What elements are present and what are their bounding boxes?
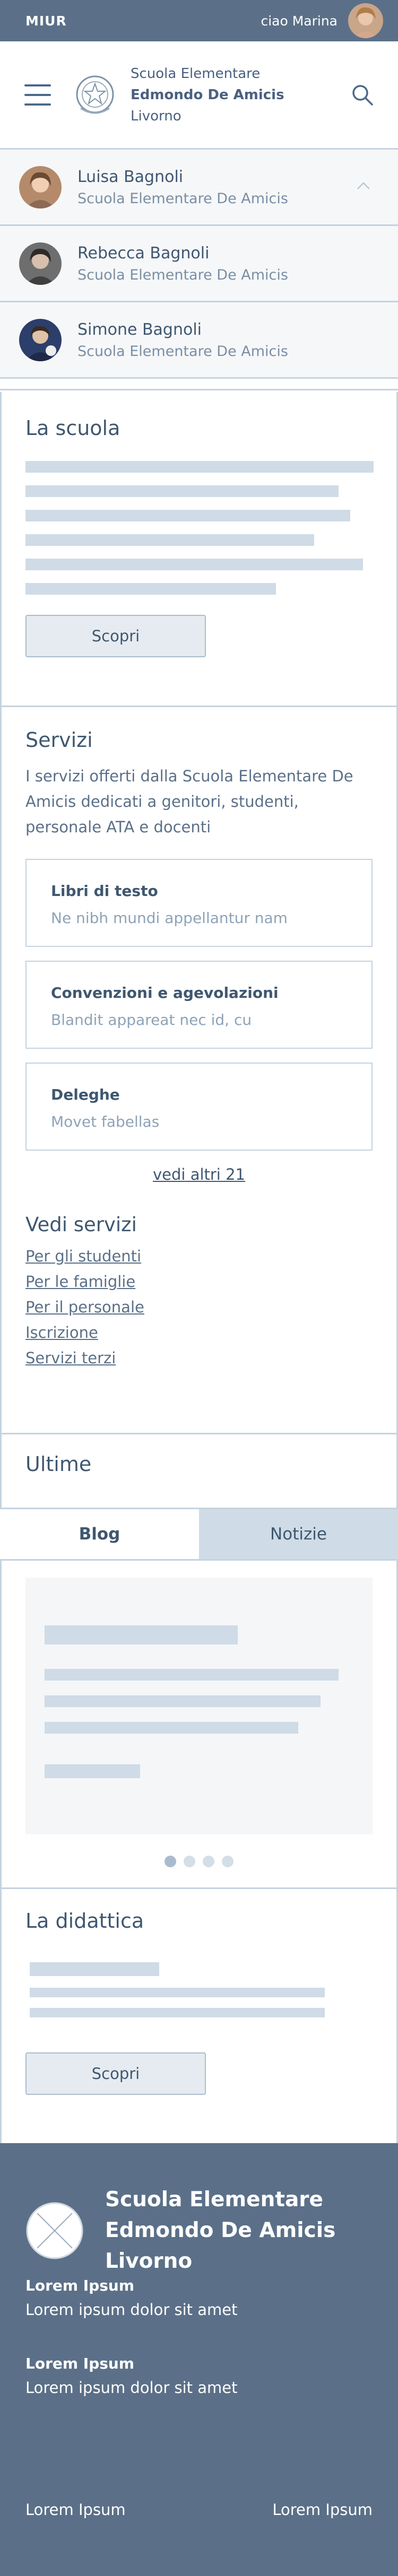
logo-placeholder-icon <box>26 2202 83 2259</box>
section-title: Servizi <box>25 728 93 752</box>
section-title: La didattica <box>25 1909 144 1933</box>
profile-item[interactable]: Luisa Bagnoli Scuola Elementare De Amici… <box>0 150 398 226</box>
user-greeting[interactable]: ciao Marina <box>261 3 383 38</box>
text-placeholder <box>25 461 374 595</box>
link-servizi-terzi[interactable]: Servizi terzi <box>25 1345 373 1371</box>
servizi-section: Servizi I servizi offerti dalla Scuola E… <box>0 707 398 1434</box>
ultime-content <box>0 1561 398 1889</box>
avatar <box>19 242 62 285</box>
service-card[interactable]: Convenzioni e agevolazioni Blandit appar… <box>25 961 373 1049</box>
scopri-button[interactable]: Scopri <box>25 615 206 657</box>
site-footer: Scuola Elementare Edmondo De Amicis Livo… <box>0 2143 398 2576</box>
school-name[interactable]: Scuola Elementare Edmondo De Amicis Livo… <box>131 63 284 127</box>
news-card-placeholder[interactable] <box>25 1578 373 1834</box>
link-iscrizione[interactable]: Iscrizione <box>25 1320 373 1345</box>
profile-name: Simone Bagnoli <box>77 320 202 339</box>
vedi-servizi-links: Per gli studenti Per le famiglie Per il … <box>25 1243 373 1371</box>
miur-brand[interactable]: MIUR <box>25 13 67 29</box>
tab-notizie[interactable]: Notizie <box>199 1509 398 1559</box>
carousel-dot[interactable] <box>203 1856 214 1867</box>
scopri-button[interactable]: Scopri <box>25 2052 206 2095</box>
carousel-dot[interactable] <box>184 1856 195 1867</box>
footer-bottom-links: Lorem Ipsum Lorem Ipsum <box>25 2501 373 2519</box>
link-per-gli-studenti[interactable]: Per gli studenti <box>25 1243 373 1269</box>
footer-block: Lorem Ipsum Lorem ipsum dolor sit amet <box>25 2355 238 2397</box>
vedi-altri-link[interactable]: vedi altri 21 <box>25 1165 373 1183</box>
footer-block: Lorem Ipsum Lorem ipsum dolor sit amet <box>25 2277 238 2319</box>
user-avatar[interactable] <box>348 3 383 38</box>
profile-name: Luisa Bagnoli <box>77 167 184 186</box>
footer-brand[interactable]: Scuola Elementare Edmondo De Amicis Livo… <box>25 2185 373 2277</box>
avatar <box>19 166 62 208</box>
hamburger-menu-icon[interactable] <box>24 84 51 106</box>
ultime-tabs: Blog Notizie <box>0 1508 398 1561</box>
profile-school: Scuola Elementare De Amicis <box>77 343 288 360</box>
divider <box>0 379 398 390</box>
greeting-text: ciao Marina <box>261 13 338 29</box>
section-title: La scuola <box>25 416 120 440</box>
carousel-dot[interactable] <box>165 1856 176 1867</box>
avatar <box>19 318 62 361</box>
carousel-dot[interactable] <box>222 1856 233 1867</box>
service-card[interactable]: Deleghe Movet fabellas <box>25 1063 373 1151</box>
top-bar: MIUR ciao Marina <box>0 0 398 41</box>
link-per-le-famiglie[interactable]: Per le famiglie <box>25 1269 373 1294</box>
service-cards: Libri di testo Ne nibh mundi appellantur… <box>25 859 373 1151</box>
ultime-section: Ultime <box>0 1434 398 1508</box>
search-icon[interactable] <box>351 84 374 106</box>
didattica-section: La didattica Scopri <box>0 1889 398 2143</box>
footer-link[interactable]: Lorem Ipsum <box>25 2501 126 2519</box>
tab-blog[interactable]: Blog <box>0 1509 199 1559</box>
link-per-il-personale[interactable]: Per il personale <box>25 1294 373 1320</box>
section-title: Ultime <box>25 1452 92 1476</box>
profile-school: Scuola Elementare De Amicis <box>77 266 288 283</box>
site-header: Scuola Elementare Edmondo De Amicis Livo… <box>0 41 398 150</box>
section-description: I servizi offerti dalla Scuola Elementar… <box>25 767 353 836</box>
carousel-pagination <box>25 1856 373 1867</box>
profile-item[interactable]: Rebecca Bagnoli Scuola Elementare De Ami… <box>0 226 398 302</box>
chevron-up-icon[interactable] <box>357 181 370 190</box>
text-placeholder <box>25 1962 373 2017</box>
republic-emblem-icon <box>76 75 114 114</box>
footer-link[interactable]: Lorem Ipsum <box>272 2501 373 2519</box>
profile-school: Scuola Elementare De Amicis <box>77 190 288 207</box>
children-profiles: Luisa Bagnoli Scuola Elementare De Amici… <box>0 150 398 390</box>
vedi-servizi-title: Vedi servizi <box>25 1213 137 1236</box>
service-card[interactable]: Libri di testo Ne nibh mundi appellantur… <box>25 859 373 947</box>
la-scuola-section: La scuola Scopri <box>0 392 398 707</box>
profile-item[interactable]: Simone Bagnoli Scuola Elementare De Amic… <box>0 302 398 379</box>
profile-name: Rebecca Bagnoli <box>77 243 210 263</box>
